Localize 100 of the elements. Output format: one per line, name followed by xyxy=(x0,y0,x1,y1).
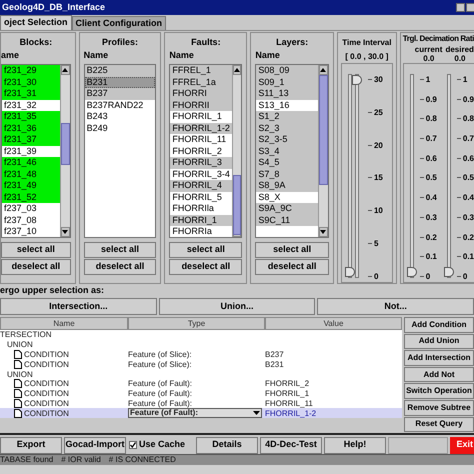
action-button[interactable]: Remove Subtree xyxy=(404,400,474,416)
scrollbar-thumb[interactable] xyxy=(232,175,242,235)
list-item[interactable]: f231_30 xyxy=(2,76,60,88)
list-item[interactable]: S11_13 xyxy=(256,88,318,100)
list-item[interactable]: S7_8 xyxy=(256,168,318,180)
list-item[interactable]: FHORRIL_4 xyxy=(170,180,232,192)
list-item[interactable]: S13_16 xyxy=(256,100,318,111)
list-item[interactable]: FHORRII xyxy=(170,100,232,111)
action-button[interactable]: Add Intersection xyxy=(404,350,474,366)
scrollbar[interactable] xyxy=(60,65,70,237)
tree-node-label[interactable]: CONDITION xyxy=(24,379,69,388)
list-item[interactable]: f231_36 xyxy=(2,122,60,134)
slider-track[interactable] xyxy=(348,74,352,278)
list-item[interactable]: f231_52 xyxy=(2,192,60,203)
list-item[interactable]: f231_29 xyxy=(2,65,60,76)
scrollbar-thumb[interactable] xyxy=(60,123,70,165)
list-item[interactable]: B237 xyxy=(84,88,156,100)
list-button[interactable]: deselect all xyxy=(1,259,71,275)
window-title: Geolog4D_DB_Interface xyxy=(1,0,106,14)
type-dropdown[interactable]: Feature (of Fault): xyxy=(128,408,262,418)
tree-node-label[interactable]: CONDITION xyxy=(24,350,69,359)
list-item[interactable]: FHORRIL_3-4 xyxy=(170,168,232,180)
toolbar-button[interactable]: Gocad-Import xyxy=(64,436,126,454)
list-button[interactable]: deselect all xyxy=(169,259,242,275)
list-item[interactable]: B225 xyxy=(84,65,156,76)
slider-track[interactable] xyxy=(446,74,451,278)
list-item[interactable]: B237RAND22 xyxy=(84,100,156,111)
list-item[interactable]: FHORRI xyxy=(170,88,232,100)
toolbar-button[interactable]: Help! xyxy=(324,436,386,454)
action-button[interactable]: Reset Query xyxy=(404,416,474,432)
minimize-icon[interactable] xyxy=(456,3,465,12)
action-button[interactable]: Add Union xyxy=(404,334,474,350)
list-item[interactable]: S8_9A xyxy=(256,180,318,192)
list-item[interactable]: FHORRIL_3 xyxy=(170,157,232,168)
list-item[interactable]: FHORRI_1 xyxy=(170,214,232,226)
list-item[interactable]: f231_31 xyxy=(2,88,60,100)
slider-thumb[interactable] xyxy=(444,267,454,277)
list-item[interactable]: S9C_11 xyxy=(256,214,318,226)
list-item[interactable]: S09_1 xyxy=(256,76,318,88)
use-cache-checkbox[interactable]: Use Cache xyxy=(128,436,194,454)
tree-row[interactable]: CONDITION Feature (of Fault): FHORRIL_1-2 xyxy=(0,408,402,418)
list-item[interactable]: S4_5 xyxy=(256,157,318,168)
list-item[interactable]: S2_3 xyxy=(256,122,318,134)
toolbar-button[interactable]: 4D-Dec-Test xyxy=(260,436,322,454)
list-button[interactable]: select all xyxy=(169,242,242,258)
tree-node-label[interactable]: TERSECTION xyxy=(0,330,52,340)
tree-node-label[interactable]: CONDITION xyxy=(24,408,69,418)
tab[interactable]: Client Configuration xyxy=(72,16,166,30)
table-cell: Feature (of Slice): xyxy=(128,360,192,369)
scrollbar-thumb[interactable] xyxy=(318,75,328,185)
list-button[interactable]: select all xyxy=(1,242,71,258)
table-header[interactable]: Value xyxy=(265,317,402,330)
list-item[interactable]: FHORRIL_1-2 xyxy=(170,122,232,134)
table-header[interactable]: Type xyxy=(128,317,265,330)
list-item[interactable]: f231_49 xyxy=(2,180,60,192)
slider-thumb[interactable] xyxy=(344,267,355,277)
scrollbar[interactable] xyxy=(318,65,328,237)
list-item[interactable]: S08_09 xyxy=(256,65,318,76)
tree-node-label[interactable]: UNION xyxy=(7,370,33,379)
merge-button[interactable]: Intersection... xyxy=(0,298,157,315)
list-item[interactable]: S8_X xyxy=(256,192,318,203)
merge-button[interactable]: Not... xyxy=(317,298,474,315)
tree-node-label[interactable]: CONDITION xyxy=(24,360,69,369)
list-item[interactable]: f231_46 xyxy=(2,157,60,168)
slider-thumb[interactable] xyxy=(352,75,362,85)
action-button[interactable]: Switch Operation xyxy=(404,383,474,399)
list-item[interactable]: f231_39 xyxy=(2,146,60,157)
list-item[interactable]: B231 xyxy=(84,76,156,88)
list-item[interactable]: f231_37 xyxy=(2,134,60,146)
list-item[interactable]: f231_32 xyxy=(2,100,60,111)
tick-label: 15 xyxy=(374,173,383,182)
slider-thumb[interactable] xyxy=(406,267,417,277)
list-item[interactable]: FFREL_1a xyxy=(170,76,232,88)
list-button[interactable]: select all xyxy=(255,242,329,258)
tree-node-label[interactable]: CONDITION xyxy=(24,389,69,398)
slider-track[interactable] xyxy=(410,74,414,278)
tick-mark xyxy=(420,118,424,120)
toolbar-button[interactable]: Details xyxy=(196,436,258,454)
list-item[interactable]: f231_35 xyxy=(2,111,60,122)
list-item[interactable]: f231_48 xyxy=(2,168,60,180)
exit-button[interactable]: Exit xyxy=(450,436,474,454)
action-button[interactable]: Add Not xyxy=(404,366,474,382)
tree-node-label[interactable]: CONDITION xyxy=(24,398,69,408)
tab[interactable]: oject Selection xyxy=(0,15,72,30)
list-button[interactable]: deselect all xyxy=(84,259,156,275)
slider-track[interactable] xyxy=(354,74,359,278)
list-item[interactable]: S9A_9C xyxy=(256,203,318,214)
action-button[interactable]: Add Condition xyxy=(404,317,474,333)
list-item[interactable]: FFREL_1 xyxy=(170,65,232,76)
list-button[interactable]: select all xyxy=(84,242,156,258)
toolbar-button[interactable]: Export xyxy=(0,436,62,454)
list-item[interactable]: S2_3-5 xyxy=(256,134,318,146)
maximize-icon[interactable] xyxy=(466,3,474,12)
tree-node-label[interactable]: UNION xyxy=(7,340,33,350)
list-item[interactable]: S1_2 xyxy=(256,111,318,122)
list-button[interactable]: deselect all xyxy=(255,259,329,275)
table-header[interactable]: Name xyxy=(0,317,128,330)
list-item[interactable]: S3_4 xyxy=(256,146,318,157)
merge-button[interactable]: Union... xyxy=(158,298,316,315)
list-item[interactable]: FHORRIL_5 xyxy=(170,192,232,203)
